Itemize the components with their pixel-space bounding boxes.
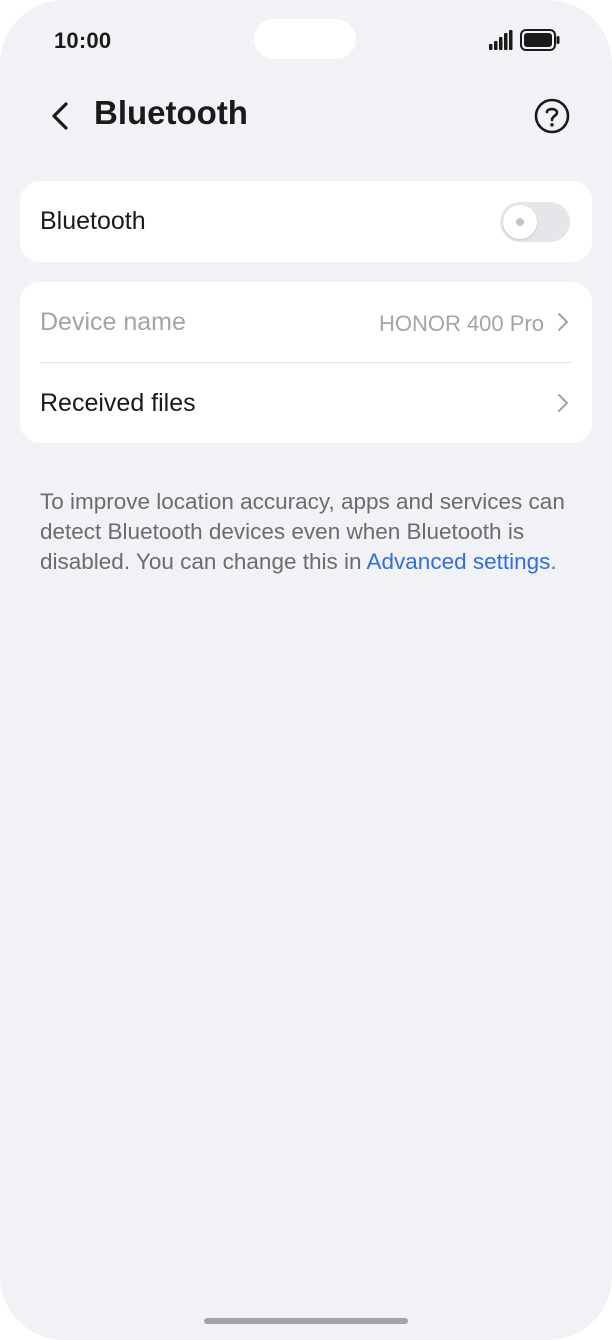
toggle-dot: [516, 218, 524, 226]
phone-screen: 10:00 Bluetooth Bluetooth Device name HO…: [0, 0, 612, 1340]
home-indicator[interactable]: [204, 1318, 408, 1324]
device-name-row[interactable]: Device name HONOR 400 Pro: [20, 282, 592, 362]
bluetooth-card: Bluetooth: [20, 181, 592, 262]
dynamic-island: [254, 19, 356, 59]
toggle-knob: [503, 205, 537, 239]
chevron-right-icon: [558, 313, 568, 331]
bluetooth-toggle-row[interactable]: Bluetooth: [20, 181, 592, 261]
chevron-left-icon[interactable]: [42, 96, 78, 136]
status-time: 10:00: [54, 28, 112, 53]
battery-icon: [520, 29, 560, 51]
status-bar: 10:00: [0, 0, 612, 80]
chevron-right-icon: [558, 394, 568, 412]
device-name-value: HONOR 400 Pro: [378, 311, 544, 336]
device-settings-card: Device name HONOR 400 Pro Received files: [20, 282, 592, 443]
bluetooth-label: Bluetooth: [40, 207, 146, 235]
bluetooth-toggle[interactable]: [500, 202, 570, 242]
device-name-label: Device name: [40, 308, 186, 336]
signal-icon: [489, 30, 513, 50]
advanced-settings-link[interactable]: Advanced settings: [367, 549, 551, 574]
info-suffix: .: [550, 549, 557, 574]
received-files-row[interactable]: Received files: [20, 363, 592, 443]
received-files-label: Received files: [40, 389, 196, 417]
location-info-text: To improve location accuracy, apps and s…: [40, 487, 580, 577]
page-title: Bluetooth: [94, 94, 248, 131]
help-circle-icon[interactable]: [533, 97, 571, 135]
